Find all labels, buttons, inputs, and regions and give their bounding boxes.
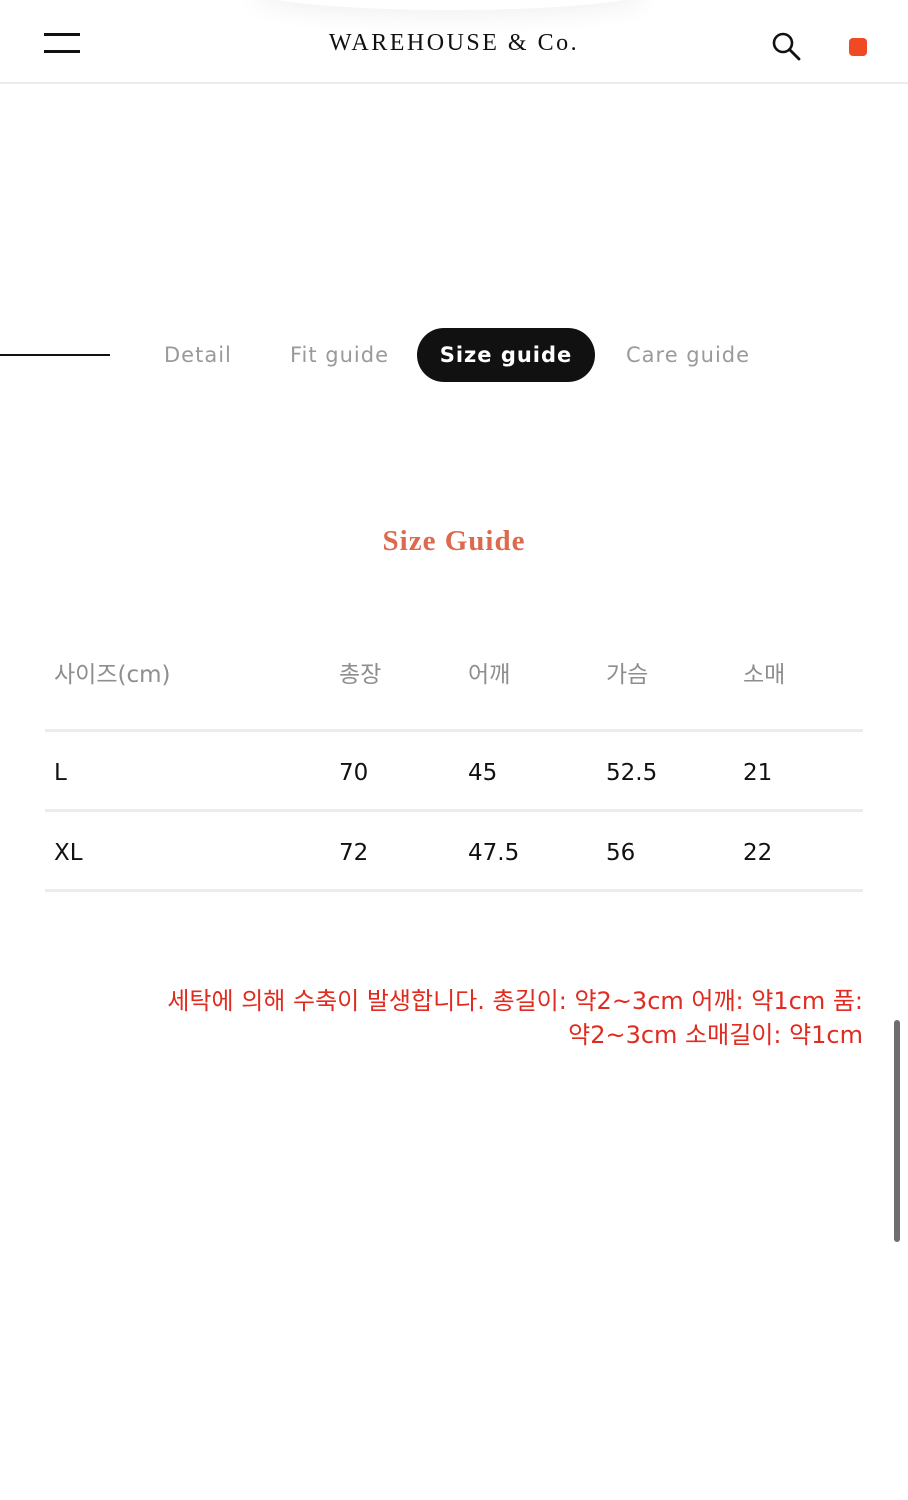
table-row: L 70 45 52.5 21 [45, 732, 863, 812]
shrinkage-note-line: 세탁에 의해 수축이 발생합니다. 총길이: 약2~3cm 어깨: 약1cm 품… [167, 987, 863, 1015]
search-icon[interactable] [770, 30, 802, 62]
product-info-tabs: Detail Fit guide Size guide Care guide [0, 328, 908, 382]
header-shadow [250, 0, 650, 10]
page: WAREHOUSE & Co. Detail Fit guide Size gu… [0, 0, 908, 1500]
table-cell: 52.5 [606, 760, 658, 786]
table-cell: L [54, 760, 67, 786]
header-total-length: 총장 [339, 662, 382, 688]
table-header-row: 사이즈(cm) 총장 어깨 가슴 소매 [45, 630, 863, 732]
size-table: 사이즈(cm) 총장 어깨 가슴 소매 L 70 45 52.5 21 XL 7… [45, 630, 863, 892]
tab-fit-guide[interactable]: Fit guide [290, 328, 389, 382]
header-shoulder: 어깨 [468, 662, 511, 688]
table-cell: 56 [606, 840, 636, 866]
table-cell: 47.5 [468, 840, 520, 866]
table-cell: 70 [339, 760, 369, 786]
cart-badge-icon[interactable] [849, 38, 867, 56]
header-size: 사이즈(cm) [54, 662, 171, 688]
tab-detail[interactable]: Detail [164, 328, 232, 382]
top-header: WAREHOUSE & Co. [0, 0, 908, 84]
table-cell: 45 [468, 760, 498, 786]
shrinkage-note-line: 약2~3cm 소매길이: 약1cm [568, 1021, 863, 1049]
tab-size-guide[interactable]: Size guide [417, 328, 595, 382]
table-cell: 72 [339, 840, 369, 866]
table-cell: 21 [743, 760, 773, 786]
table-cell: 22 [743, 840, 773, 866]
table-cell: XL [54, 840, 83, 866]
tab-care-guide[interactable]: Care guide [626, 328, 750, 382]
header-chest: 가슴 [606, 662, 649, 688]
header-sleeve: 소매 [743, 662, 786, 688]
scrollbar-thumb[interactable] [894, 1020, 900, 1242]
shrinkage-note: 세탁에 의해 수축이 발생합니다. 총길이: 약2~3cm 어깨: 약1cm 품… [100, 984, 863, 1052]
table-row: XL 72 47.5 56 22 [45, 812, 863, 892]
size-guide-title: Size Guide [382, 525, 526, 557]
